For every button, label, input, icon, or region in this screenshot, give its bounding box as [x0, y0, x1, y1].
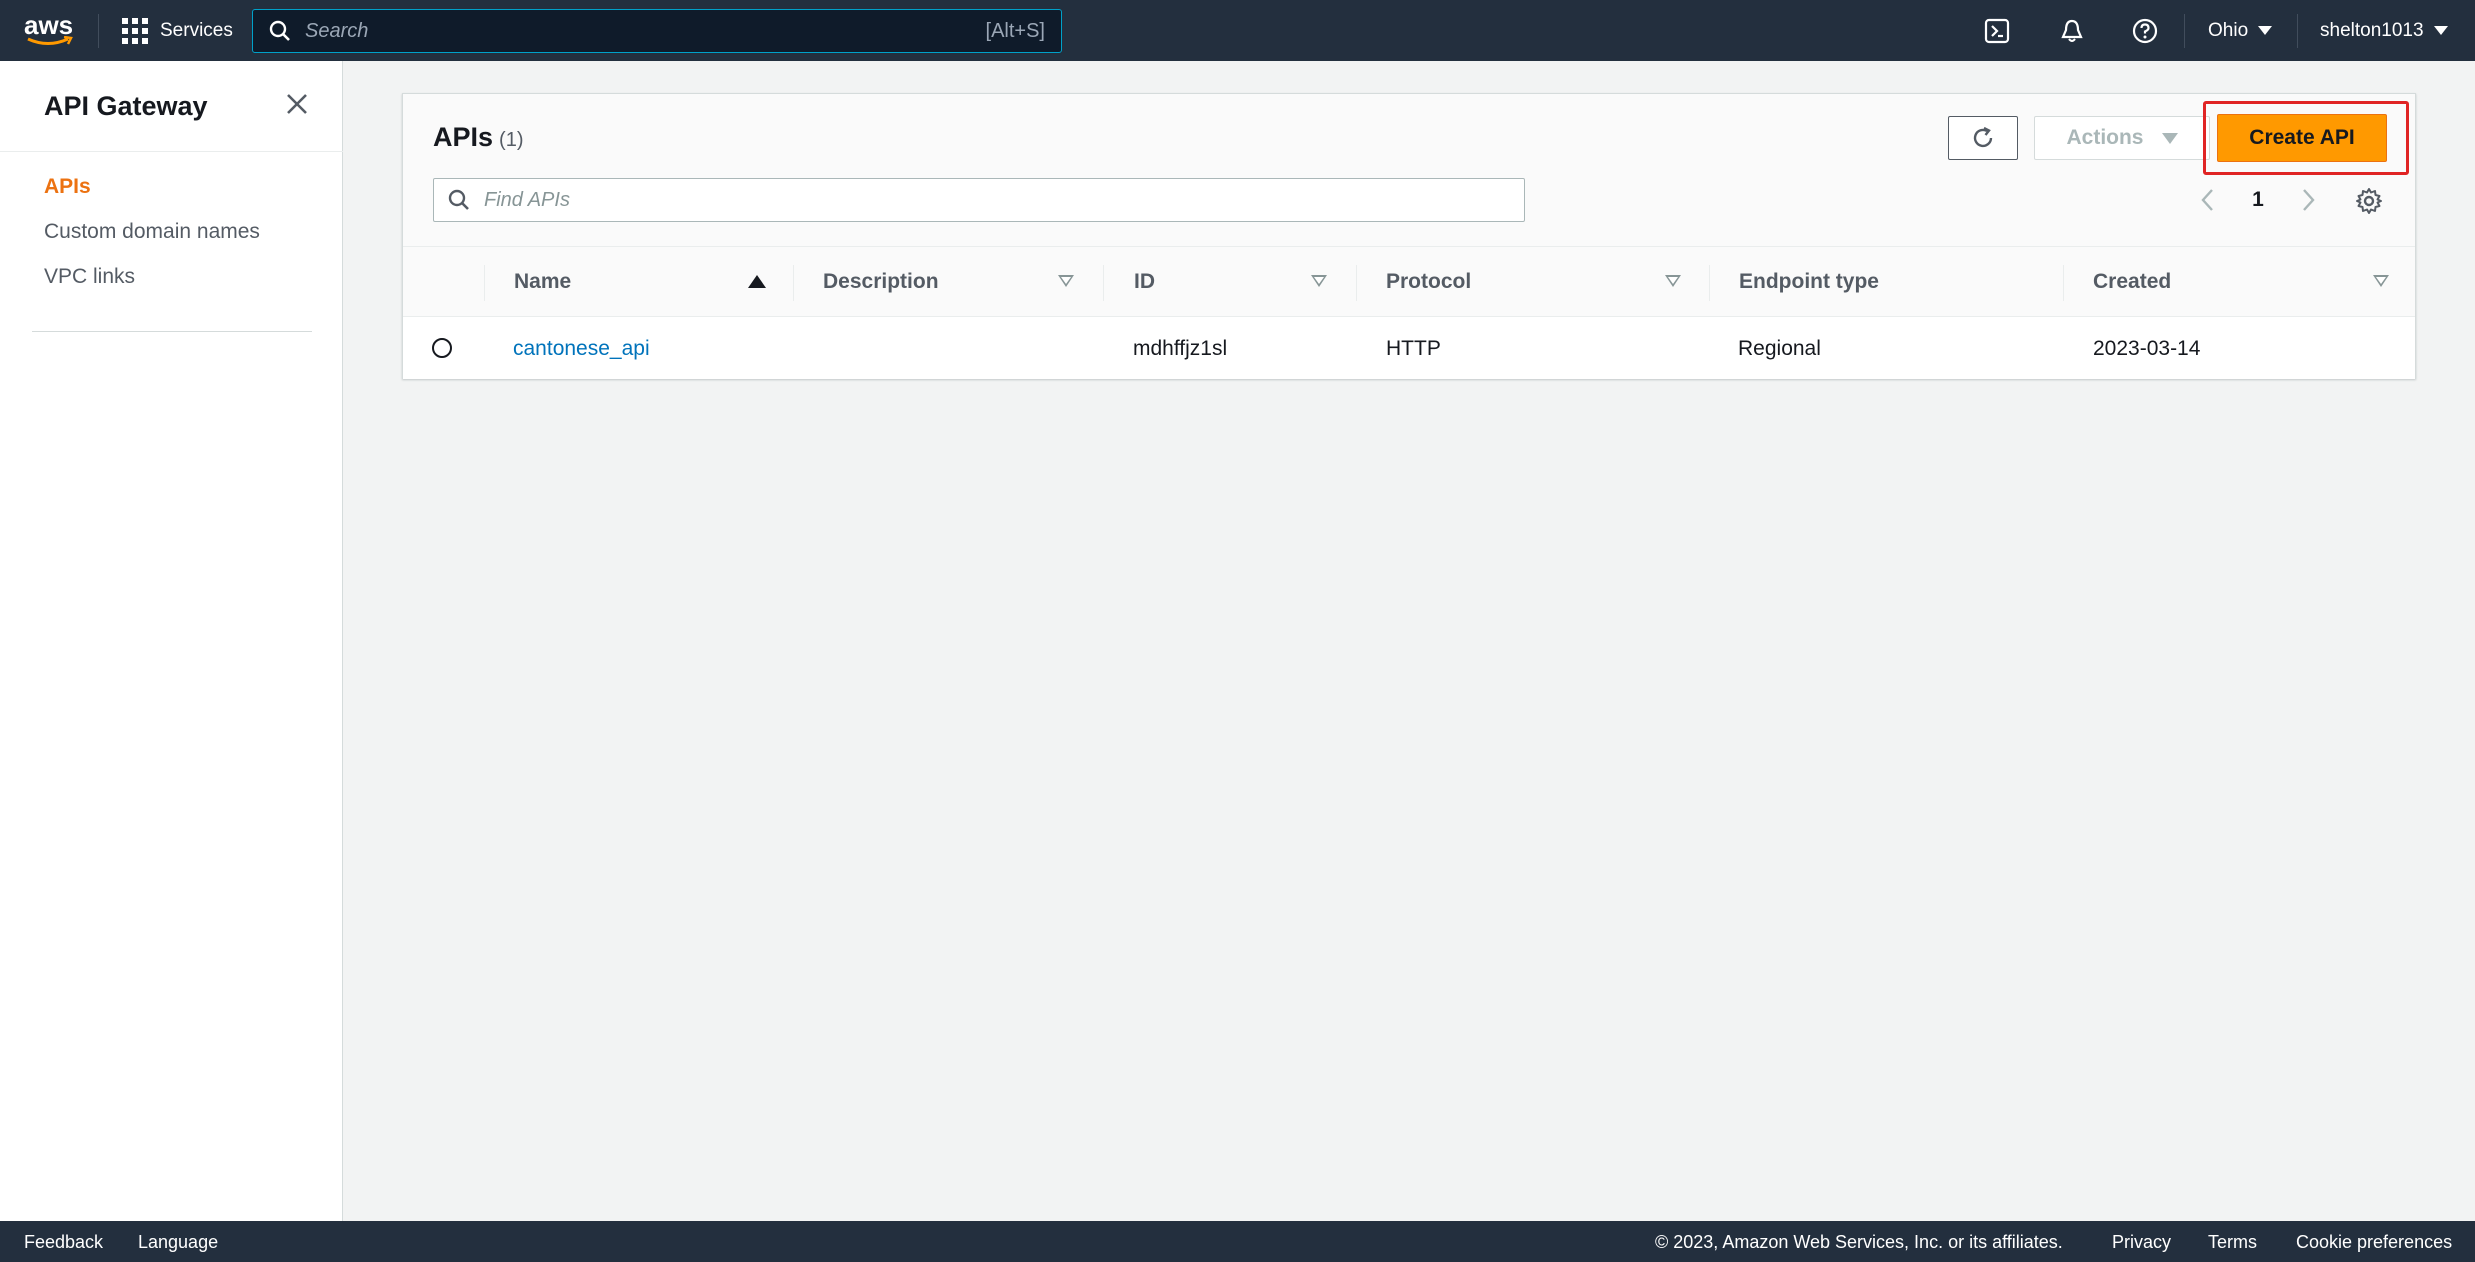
refresh-button[interactable] — [1948, 116, 2018, 160]
api-created-date: 2023-03-14 — [2093, 336, 2201, 360]
column-header-name[interactable]: Name — [514, 247, 571, 317]
sidebar-item-custom-domain-names[interactable]: Custom domain names — [44, 220, 260, 244]
sidebar-item-apis[interactable]: APIs — [44, 175, 91, 199]
column-divider — [1356, 265, 1357, 301]
cookie-preferences-link[interactable]: Cookie preferences — [2296, 1232, 2452, 1253]
search-shortcut: [Alt+S] — [985, 19, 1045, 42]
feedback-link[interactable]: Feedback — [24, 1232, 103, 1253]
services-label: Services — [160, 19, 233, 41]
column-divider — [484, 265, 485, 301]
page-title-text: APIs — [433, 122, 494, 152]
column-divider — [793, 265, 794, 301]
search-icon — [448, 189, 469, 210]
column-divider — [1709, 265, 1710, 301]
terms-link[interactable]: Terms — [2208, 1232, 2257, 1253]
api-endpoint-type: Regional — [1738, 336, 1821, 360]
account-username: shelton1013 — [2320, 19, 2424, 41]
top-navigation-bar: aws Services Search [Alt+S] Ohio shelton… — [0, 0, 2475, 61]
apis-table-container: APIs (1) Actions Create API Find APIs 1 … — [402, 93, 2416, 379]
help-icon[interactable] — [2132, 18, 2158, 44]
search-placeholder: Search — [305, 19, 369, 42]
column-header-description[interactable]: Description — [823, 247, 939, 317]
search-icon — [269, 20, 290, 41]
api-id: mdhffjz1sl — [1133, 336, 1228, 360]
services-grid-icon — [122, 17, 148, 44]
caret-down-icon — [2161, 132, 2178, 144]
aws-smile-icon — [27, 36, 73, 45]
pagination: 1 — [2198, 178, 2318, 222]
caret-down-icon — [2433, 26, 2448, 35]
chevron-right-icon[interactable] — [2298, 187, 2318, 213]
column-header-endpoint-type[interactable]: Endpoint type — [1739, 247, 1879, 317]
find-apis-placeholder: Find APIs — [484, 188, 570, 211]
actions-dropdown-button[interactable]: Actions — [2034, 116, 2210, 160]
sort-icon[interactable] — [2373, 275, 2389, 287]
create-api-button[interactable]: Create API — [2217, 114, 2387, 162]
region-label: Ohio — [2208, 19, 2249, 41]
console-footer: Feedback Language © 2023, Amazon Web Ser… — [0, 1221, 2475, 1262]
side-navigation: API Gateway APIs Custom domain names VPC… — [0, 61, 343, 1221]
column-divider — [2063, 265, 2064, 301]
language-link[interactable]: Language — [138, 1232, 218, 1253]
sidebar-item-vpc-links[interactable]: VPC links — [44, 265, 135, 289]
privacy-link[interactable]: Privacy — [2112, 1232, 2171, 1253]
copyright-text: © 2023, Amazon Web Services, Inc. or its… — [1655, 1232, 2063, 1252]
sidebar-divider — [0, 151, 343, 152]
chevron-left-icon[interactable] — [2198, 187, 2218, 213]
page-title: APIs (1) — [433, 122, 523, 153]
gear-icon[interactable] — [2355, 187, 2383, 215]
aws-logo-text: aws — [24, 10, 74, 40]
close-icon[interactable] — [282, 89, 312, 119]
account-menu[interactable]: shelton1013 — [2320, 0, 2448, 61]
nav-divider — [98, 14, 99, 48]
sidebar-title: API Gateway — [44, 91, 208, 121]
table-column-headers: Name Description ID Protocol Endpoint ty… — [403, 247, 2415, 317]
actions-label: Actions — [2066, 126, 2144, 149]
api-protocol: HTTP — [1386, 336, 1441, 360]
aws-logo[interactable]: aws — [24, 12, 76, 48]
caret-down-icon — [2258, 26, 2273, 35]
region-selector[interactable]: Ohio — [2208, 0, 2273, 61]
row-select-radio[interactable] — [432, 338, 452, 358]
refresh-icon — [1973, 126, 1993, 148]
cloudshell-icon[interactable] — [1984, 18, 2010, 44]
bell-icon[interactable] — [2059, 18, 2085, 44]
sort-icon[interactable] — [1311, 275, 1327, 287]
nav-divider — [2297, 14, 2298, 48]
table-header-section: APIs (1) Actions Create API Find APIs 1 — [403, 94, 2415, 247]
table-row[interactable]: cantonese_api mdhffjz1sl HTTP Regional 2… — [403, 318, 2415, 379]
api-name-link[interactable]: cantonese_api — [513, 318, 650, 379]
column-header-protocol[interactable]: Protocol — [1386, 247, 1471, 317]
column-header-id[interactable]: ID — [1134, 247, 1155, 317]
global-search-input[interactable]: Search [Alt+S] — [252, 9, 1062, 53]
sort-icon[interactable] — [1058, 275, 1074, 287]
sort-ascending-icon[interactable] — [748, 275, 766, 288]
column-header-created[interactable]: Created — [2093, 247, 2171, 317]
sidebar-divider — [32, 331, 312, 332]
find-apis-input[interactable]: Find APIs — [433, 178, 1525, 222]
services-menu-button[interactable]: Services — [122, 0, 233, 61]
nav-divider — [2184, 14, 2185, 48]
api-count: (1) — [499, 129, 524, 151]
sort-icon[interactable] — [1665, 275, 1681, 287]
current-page-number[interactable]: 1 — [2252, 188, 2264, 212]
column-divider — [1103, 265, 1104, 301]
